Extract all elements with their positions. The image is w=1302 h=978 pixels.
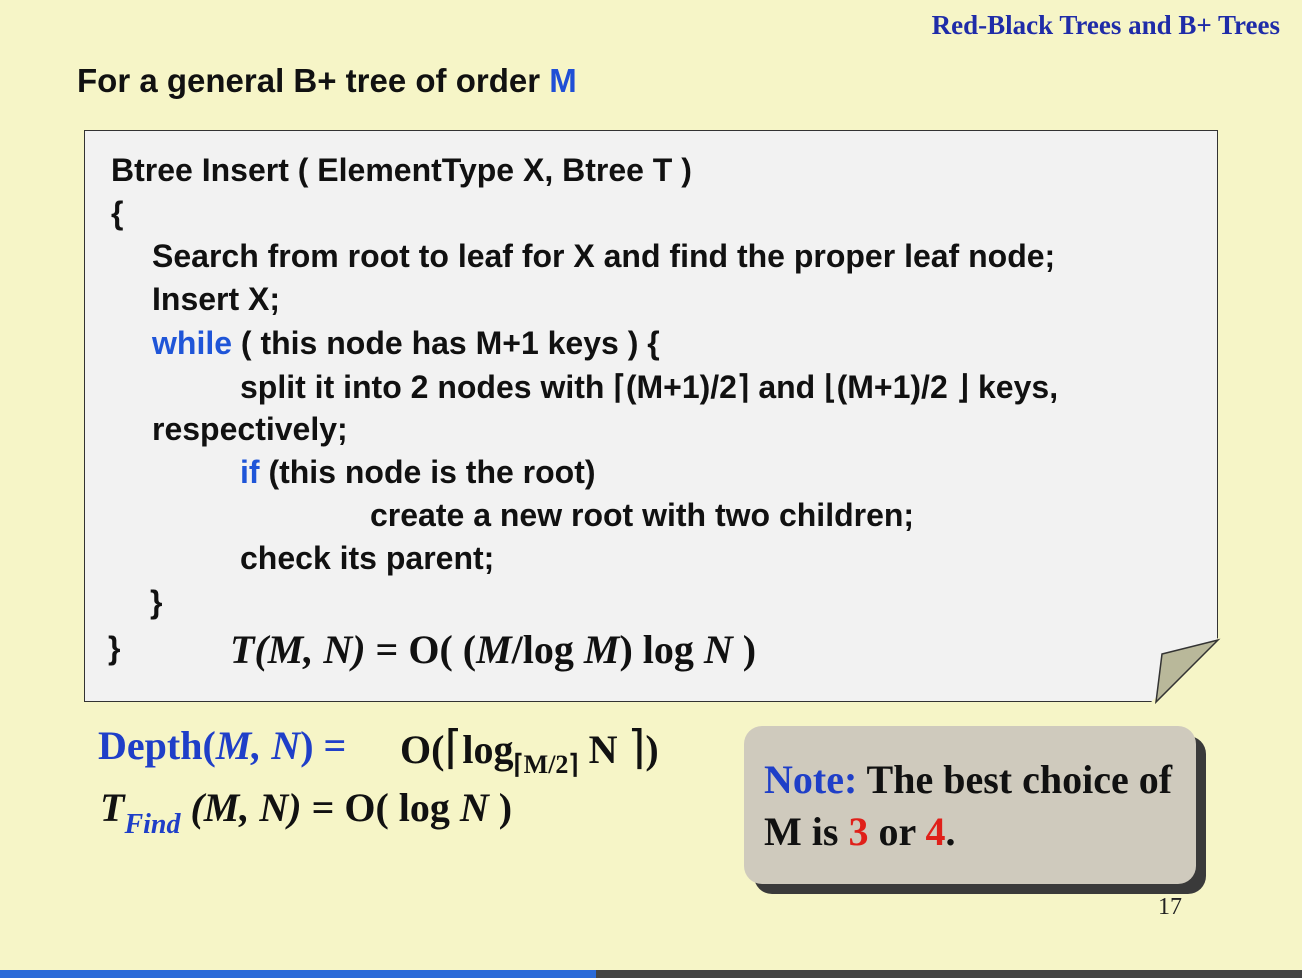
subtitle-text: For a general B+ tree of order — [77, 62, 550, 99]
note-or: or — [868, 809, 926, 854]
code-line-signature: Btree Insert ( ElementType X, Btree T ) — [111, 152, 692, 188]
code-line-respectively: respectively; — [152, 411, 348, 447]
depth-log: log — [462, 727, 514, 772]
t-m2: M — [583, 627, 620, 672]
t-eq: = O( ( — [365, 627, 477, 672]
slide: Red-Black Trees and B+ Trees For a gener… — [0, 0, 1302, 978]
tfind-n: N — [459, 785, 489, 830]
tfind-eq: = O( log — [301, 785, 460, 830]
note-value-4: 4 — [925, 809, 946, 854]
depth-ceil-open: ⌈ — [444, 722, 463, 773]
code-line-open-brace: { — [111, 195, 124, 231]
depth-log-base: ⌈M/2⌉ — [513, 750, 579, 779]
formula-t-find: TFind (M, N) = O( log N ) — [100, 784, 513, 840]
note-text: Note: The best choice of M is 3 or 4. — [764, 754, 1184, 858]
code-line-insert: Insert X; — [152, 281, 281, 317]
subtitle-order-var: M — [549, 62, 577, 99]
video-progress-bar[interactable] — [0, 970, 1302, 978]
split-text: split it into 2 nodes with — [240, 369, 614, 405]
depth-o: O( — [400, 727, 445, 772]
t-symbol: T — [230, 627, 255, 672]
code-line-if: if (this node is the root) — [240, 454, 596, 491]
code-line-split: split it into 2 nodes with ⌈(M+1)/2⌉ and… — [240, 368, 1058, 406]
tfind-symbol: T — [100, 785, 125, 830]
folded-corner — [1154, 638, 1221, 705]
ceil-expression: ⌈(M+1)/2⌉ — [613, 369, 750, 405]
code-line-search: Search from root to leaf for X and find … — [152, 238, 1056, 274]
depth-n: N — [578, 727, 628, 772]
code-line-close-func: } — [108, 630, 121, 666]
if-condition: (this node is the root) — [259, 454, 596, 490]
depth-label: Depth( — [98, 723, 216, 768]
slide-subtitle: For a general B+ tree of order M — [77, 62, 577, 100]
code-line-close-while: } — [150, 584, 163, 620]
t-close: ) — [732, 627, 757, 672]
floor-expression: ⌊(M+1)/2 ⌋ — [824, 369, 970, 405]
depth-end: ) — [645, 727, 659, 772]
tfind-close: ) — [488, 785, 513, 830]
note-end: . — [945, 809, 956, 854]
depth-eq: ) = — [300, 723, 347, 768]
keyword-if: if — [240, 454, 260, 490]
formula-depth-value: O(⌈log⌈M/2⌉ N ⌉) — [400, 720, 659, 779]
t-log: /log — [511, 627, 584, 672]
note-box: Note: The best choice of M is 3 or 4. — [744, 726, 1196, 884]
code-line-check-parent: check its parent; — [240, 540, 495, 576]
t-args: (M, N) — [254, 627, 366, 672]
t-rest: ) log — [619, 627, 704, 672]
t-m: M — [476, 627, 512, 672]
note-label: Note: — [764, 757, 858, 802]
depth-args: M, N — [215, 723, 301, 768]
page-number: 17 — [1158, 894, 1182, 920]
while-condition: ( this node has M+1 keys ) { — [232, 325, 660, 361]
keyword-while: while — [152, 325, 233, 361]
tfind-sub: Find — [124, 809, 181, 840]
split-keys: keys, — [969, 369, 1059, 405]
code-line-create-root: create a new root with two children; — [370, 497, 915, 533]
t-n: N — [703, 627, 733, 672]
note-value-3: 3 — [848, 809, 869, 854]
formula-depth: Depth(M, N) = — [98, 722, 346, 769]
split-and: and — [749, 369, 825, 405]
tfind-args: (M, N) — [180, 785, 302, 830]
code-line-while: while ( this node has M+1 keys ) { — [152, 325, 660, 362]
header-title: Red-Black Trees and B+ Trees — [931, 10, 1280, 40]
depth-ceil-close: ⌉ — [627, 722, 646, 773]
formula-t-insert: T(M, N) = O( (M/log M) log N ) — [230, 626, 756, 673]
video-progress-fill — [0, 970, 597, 978]
